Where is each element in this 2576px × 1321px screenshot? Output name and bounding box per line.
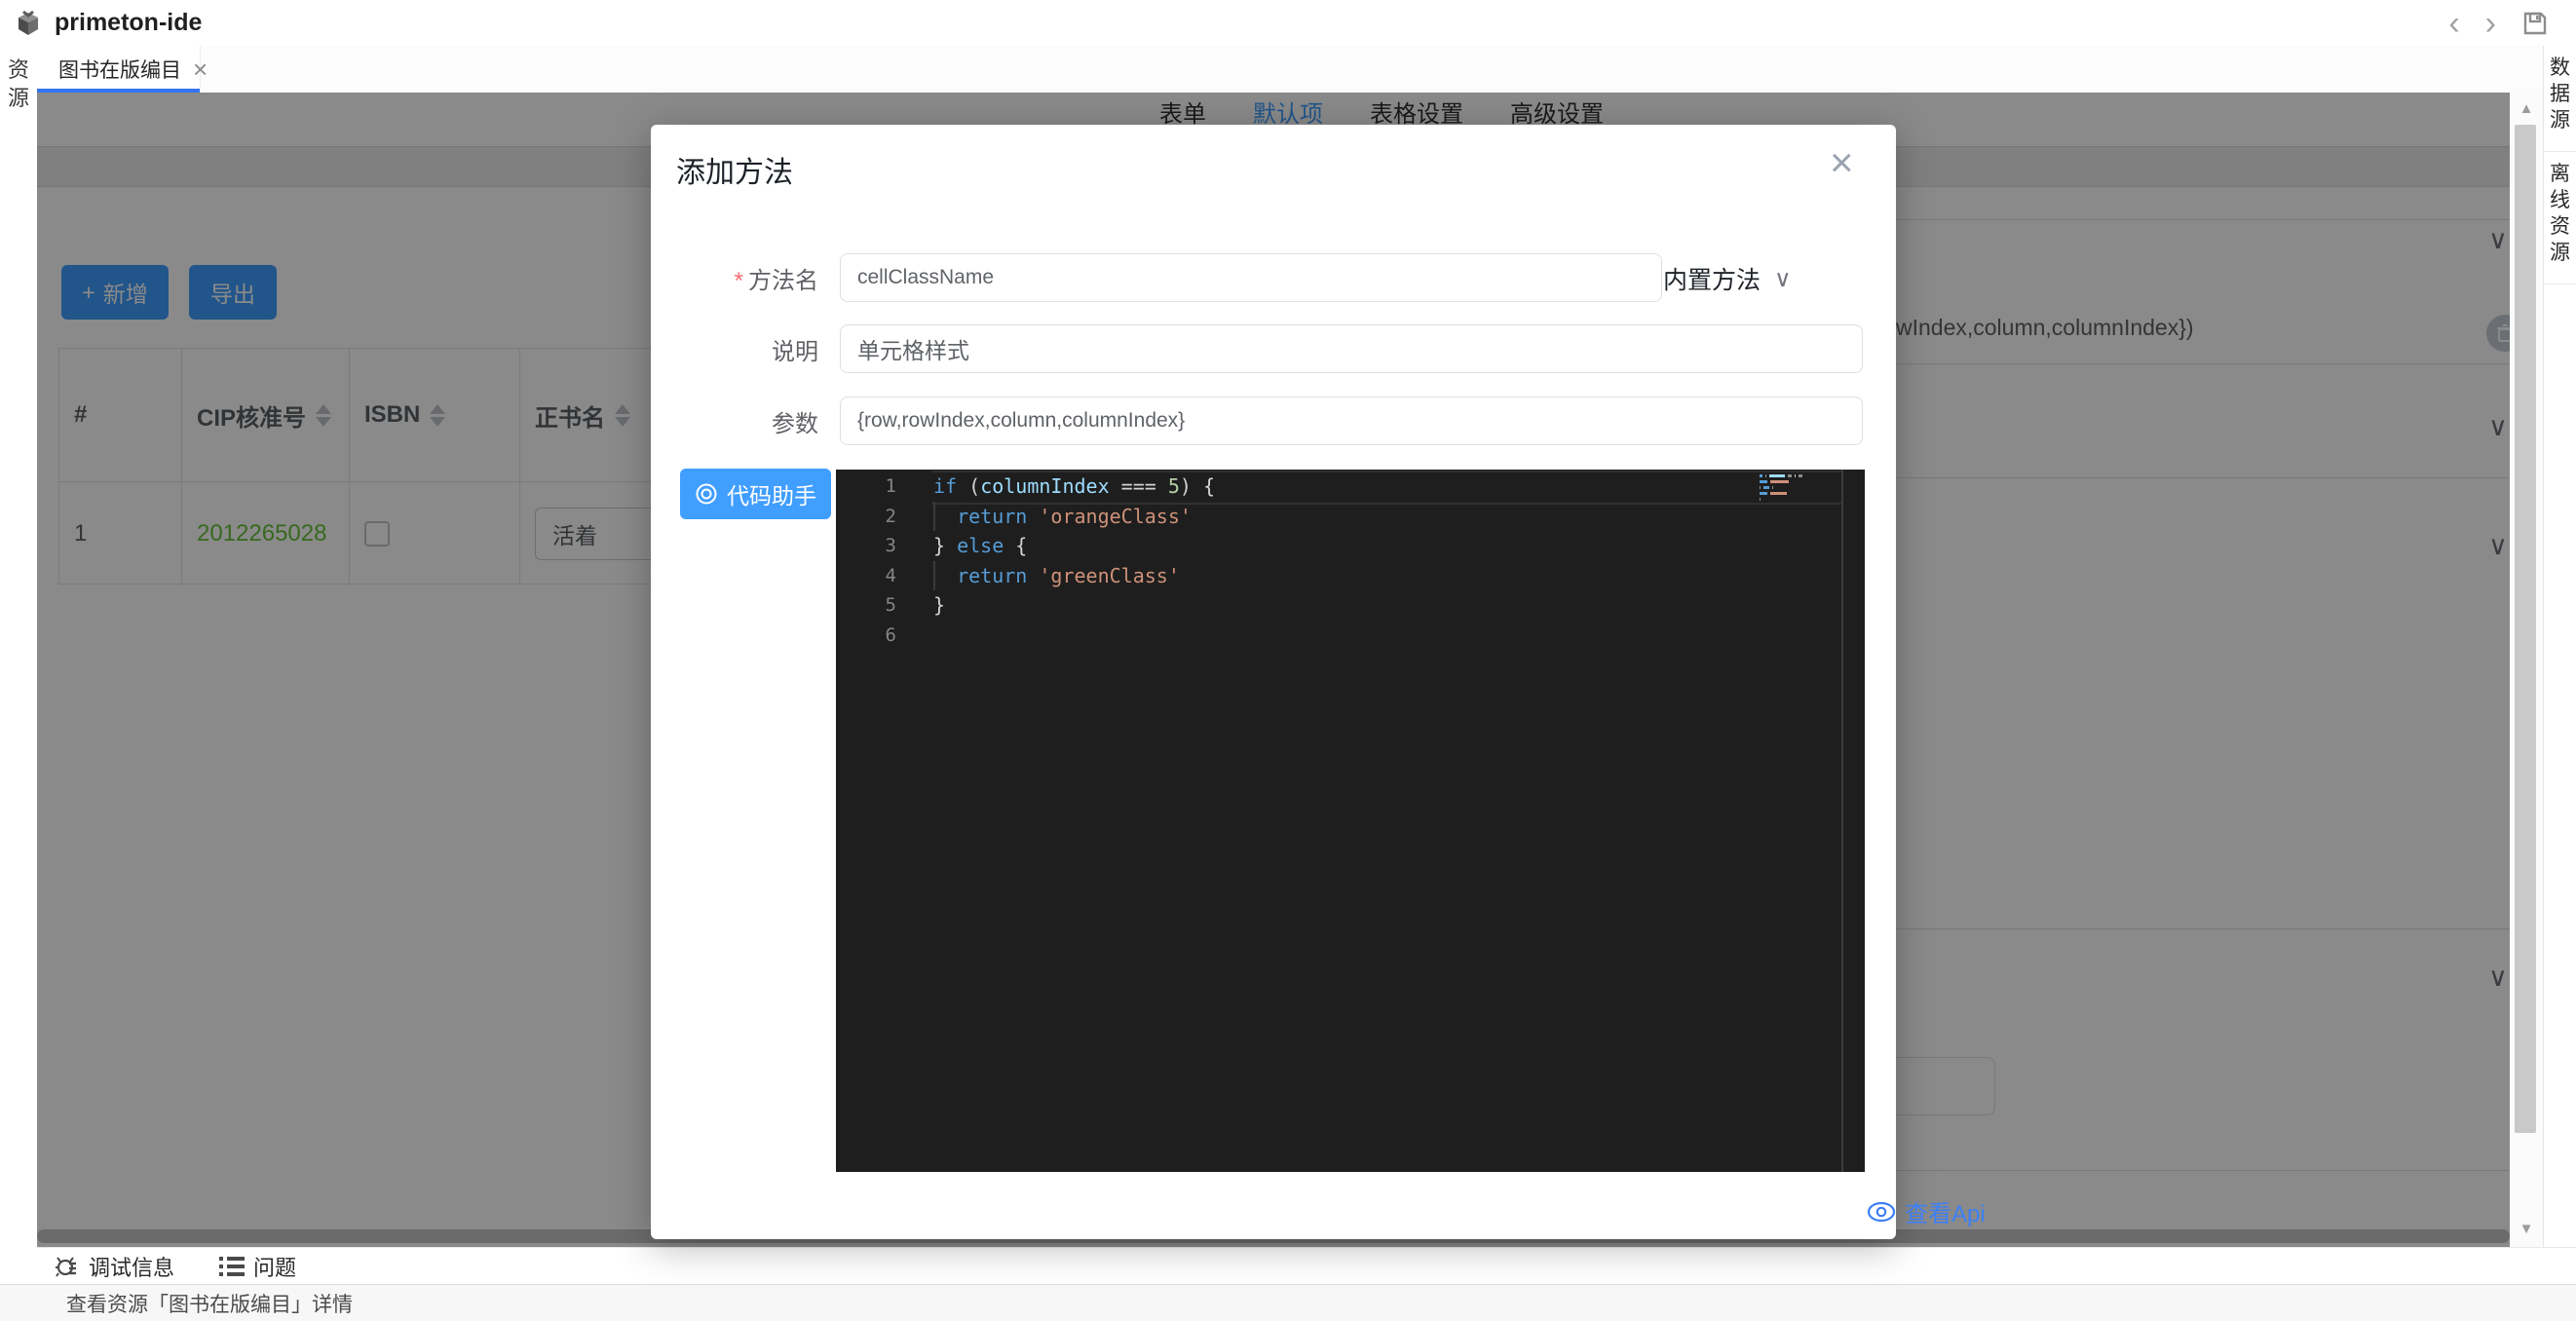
left-rail: 资源 <box>0 46 38 1284</box>
status-bar: 查看资源「图书在版编目」详情 <box>0 1284 2576 1321</box>
scrollbar-thumb[interactable] <box>2515 125 2536 1133</box>
add-method-dialog: 添加方法 × *方法名 cellClassName 内置方法 ∨ 说明 单元格样… <box>651 125 1896 1239</box>
params-input[interactable]: {row,rowIndex,column,columnIndex} <box>840 396 1863 445</box>
right-rail: 数据源 离线资源 <box>2543 46 2576 1284</box>
status-text: 查看资源「图书在版编目」详情 <box>66 1289 353 1318</box>
scroll-down-icon[interactable]: ▼ <box>2510 1221 2543 1237</box>
chevron-down-icon: ∨ <box>1774 265 1792 293</box>
debug-icon <box>55 1254 80 1279</box>
params-label: 参数 <box>651 404 818 438</box>
vertical-scrollbar[interactable]: ▲ ▼ <box>2510 93 2543 1247</box>
eye-icon <box>1867 1201 1896 1223</box>
code-editor[interactable]: 1if (columnIndex === 5) {2 return 'orang… <box>836 470 1865 1172</box>
minimap[interactable] <box>1760 474 1836 510</box>
tab-bar: 图书在版编目 × <box>37 46 2543 94</box>
code-line[interactable]: 4 return 'greenClass' <box>836 561 1865 591</box>
right-rail-tab-datasource[interactable]: 数据源 <box>2544 46 2576 152</box>
left-rail-tab-resources[interactable]: 资源 <box>0 46 37 112</box>
code-line[interactable]: 2 return 'orangeClass' <box>836 502 1865 532</box>
tab-book-catalog[interactable]: 图书在版编目 × <box>37 46 201 93</box>
scroll-up-icon[interactable]: ▲ <box>2510 100 2543 117</box>
app-title: primeton-ide <box>55 9 202 37</box>
dialog-title: 添加方法 <box>676 148 793 191</box>
bottom-bar: 调试信息 问题 <box>37 1247 2576 1284</box>
tab-label: 图书在版编目 <box>58 55 181 84</box>
top-bar: primeton-ide ‹ › <box>0 0 2576 47</box>
nav-back-icon[interactable]: ‹ <box>2448 7 2459 40</box>
right-rail-tab-offline[interactable]: 离线资源 <box>2544 152 2576 284</box>
app-window: primeton-ide ‹ › 资源 图书在版编目 × <box>0 0 2576 1321</box>
issues-button[interactable]: 问题 <box>219 1251 296 1282</box>
tab-close-icon[interactable]: × <box>193 57 208 82</box>
app-logo-icon <box>12 7 45 40</box>
code-line[interactable]: 1if (columnIndex === 5) { <box>836 472 1865 502</box>
code-line[interactable]: 6 <box>836 621 1865 651</box>
list-icon <box>219 1256 245 1277</box>
dialog-close-icon[interactable]: × <box>1830 142 1854 183</box>
method-name-label: *方法名 <box>651 261 818 295</box>
code-editor-lines[interactable]: 1if (columnIndex === 5) {2 return 'orang… <box>836 472 1865 650</box>
minimap-border <box>1841 470 1843 1172</box>
description-label: 说明 <box>651 332 818 366</box>
code-line[interactable]: 5} <box>836 590 1865 621</box>
required-mark: * <box>735 268 743 294</box>
save-icon[interactable] <box>2521 10 2549 37</box>
assistant-icon <box>695 482 718 506</box>
view-api-link[interactable]: 查看Api <box>1867 1194 1986 1228</box>
code-line[interactable]: 3} else { <box>836 531 1865 561</box>
debug-info-button[interactable]: 调试信息 <box>55 1251 174 1282</box>
description-input[interactable]: 单元格样式 <box>840 324 1863 373</box>
code-assistant-button[interactable]: 代码助手 <box>680 469 831 519</box>
method-name-input[interactable]: cellClassName <box>840 253 1662 302</box>
nav-forward-icon[interactable]: › <box>2485 7 2496 40</box>
builtin-method-dropdown[interactable]: 内置方法 ∨ <box>1663 261 1792 296</box>
